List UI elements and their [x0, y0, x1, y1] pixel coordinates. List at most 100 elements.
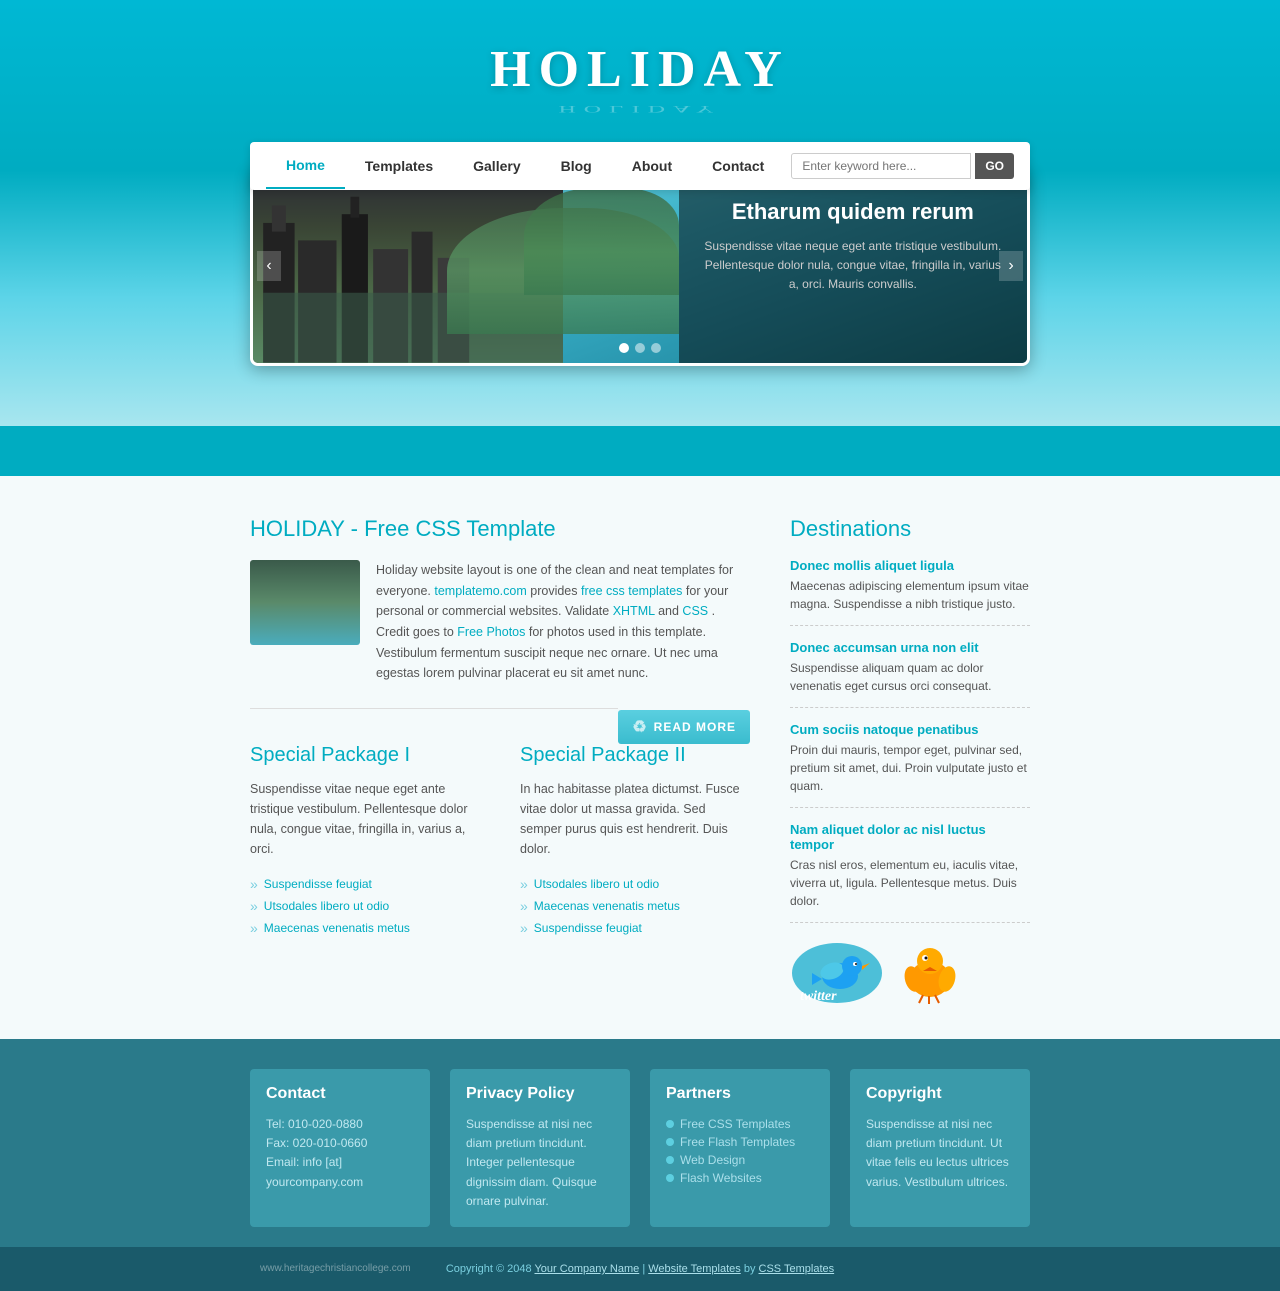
dest-desc-2: Suspendisse aliquam quam ac dolor venena… [790, 659, 1030, 695]
package-1: Special Package I Suspendisse vitae nequ… [250, 744, 480, 939]
dest-link-3[interactable]: Cum sociis natoque penatibus [790, 722, 1030, 737]
footer-contact: Contact Tel: 010-020-0880 Fax: 020-010-0… [250, 1069, 430, 1227]
article-link-photos[interactable]: Free Photos [457, 625, 525, 639]
partner-link-4[interactable]: Flash Websites [680, 1171, 762, 1185]
footer-copyright-text: Copyright © 2048 [446, 1263, 535, 1275]
partner-link-2[interactable]: Free Flash Templates [680, 1135, 795, 1149]
hero-dot-1[interactable] [619, 343, 629, 353]
hero-dot-3[interactable] [651, 343, 661, 353]
partner-item-1: Free CSS Templates [666, 1115, 814, 1133]
hero-text-box: Etharum quidem rerum Suspendisse vitae n… [679, 169, 1027, 363]
package-2-item-1: Utsodales libero ut odio [520, 873, 750, 895]
dest-desc-1: Maecenas adipiscing elementum ipsum vita… [790, 577, 1030, 613]
partner-item-4: Flash Websites [666, 1169, 814, 1187]
partner-item-2: Free Flash Templates [666, 1133, 814, 1151]
package-2-text: In hac habitasse platea dictumst. Fusce … [520, 779, 750, 859]
footer-company-link[interactable]: Your Company Name [534, 1263, 639, 1275]
article-text-4: and [658, 604, 682, 618]
read-more-label: READ MORE [654, 720, 736, 734]
nav-about[interactable]: About [612, 144, 692, 188]
nav-gallery[interactable]: Gallery [453, 144, 540, 188]
dest-link-4[interactable]: Nam aliquet dolor ac nisl luctus tempor [790, 822, 1030, 852]
read-more-icon: ♻ [632, 717, 647, 737]
search-area: GO [791, 153, 1014, 179]
dest-item-1: Donec mollis aliquet ligula Maecenas adi… [790, 558, 1030, 626]
footer-partner-list: Free CSS Templates Free Flash Templates … [666, 1115, 814, 1187]
nav-bar: Home Templates Gallery Blog About Contac… [250, 142, 1030, 190]
partner-link-3[interactable]: Web Design [680, 1153, 745, 1167]
nav-templates[interactable]: Templates [345, 144, 453, 188]
footer-privacy-title: Privacy Policy [466, 1085, 614, 1103]
content-section: HOLIDAY - Free CSS Template Holiday webs… [250, 476, 1030, 1039]
package-2-item-3: Suspendisse feugiat [520, 917, 750, 939]
twitter-icon[interactable]: twitter [790, 941, 885, 1009]
site-header: HOLIDAY HOLIDAY Home Templates Gallery B… [0, 0, 1280, 426]
footer-copyright-text: Suspendisse at nisi nec diam pretium tin… [866, 1115, 1014, 1192]
partner-link-1[interactable]: Free CSS Templates [680, 1117, 791, 1131]
teal-band [0, 426, 1280, 476]
dest-item-3: Cum sociis natoque penatibus Proin dui m… [790, 722, 1030, 808]
article-body: Holiday website layout is one of the cle… [376, 560, 750, 684]
article-area: Holiday website layout is one of the cle… [250, 560, 750, 684]
hero-dot-2[interactable] [635, 343, 645, 353]
footer-columns: Contact Tel: 010-020-0880 Fax: 020-010-0… [250, 1069, 1030, 1247]
article-link-templatemo[interactable]: templatemo.com [434, 584, 526, 598]
destinations-section: Destinations Donec mollis aliquet ligula… [790, 516, 1030, 1009]
article-link-css[interactable]: CSS [682, 604, 708, 618]
hero-next-button[interactable]: › [999, 251, 1023, 281]
dest-item-2: Donec accumsan urna non elit Suspendisse… [790, 640, 1030, 708]
destinations-title: Destinations [790, 516, 1030, 542]
read-more-button[interactable]: ♻ READ MORE [618, 710, 750, 744]
packages-row: Special Package I Suspendisse vitae nequ… [250, 744, 750, 939]
search-input[interactable] [791, 153, 971, 179]
social-icons: twitter [790, 941, 1030, 1009]
dest-link-2[interactable]: Donec accumsan urna non elit [790, 640, 1030, 655]
dest-desc-3: Proin dui mauris, tempor eget, pulvinar … [790, 741, 1030, 795]
hero-image: Etharum quidem rerum Suspendisse vitae n… [250, 166, 1030, 366]
footer-css-link[interactable]: CSS Templates [759, 1263, 835, 1275]
search-button[interactable]: GO [975, 153, 1014, 179]
dest-item-4: Nam aliquet dolor ac nisl luctus tempor … [790, 822, 1030, 923]
article-section: HOLIDAY - Free CSS Template Holiday webs… [250, 516, 750, 1009]
footer-bottom: www.heritagechristiancollege.com Copyrig… [0, 1247, 1280, 1291]
nav-links: Home Templates Gallery Blog About Contac… [266, 143, 784, 189]
footer-watermark: www.heritagechristiancollege.com [260, 1263, 411, 1274]
article-text-2: provides [530, 584, 581, 598]
footer-contact-title: Contact [266, 1085, 414, 1103]
rss-icon[interactable] [901, 941, 959, 1009]
package-1-title: Special Package I [250, 744, 480, 767]
article-link-free-css[interactable]: free css templates [581, 584, 682, 598]
package-1-text: Suspendisse vitae neque eget ante tristi… [250, 779, 480, 859]
main-content: HOLIDAY - Free CSS Template Holiday webs… [0, 476, 1280, 1039]
dest-desc-4: Cras nisl eros, elementum eu, iaculis vi… [790, 856, 1030, 910]
package-1-list: Suspendisse feugiat Utsodales libero ut … [250, 873, 480, 939]
article-link-xhtml[interactable]: XHTML [613, 604, 655, 618]
footer-privacy: Privacy Policy Suspendisse at nisi nec d… [450, 1069, 630, 1227]
nav-blog[interactable]: Blog [541, 144, 612, 188]
package-1-item-2: Utsodales libero ut odio [250, 895, 480, 917]
package-1-item-1: Suspendisse feugiat [250, 873, 480, 895]
footer: Contact Tel: 010-020-0880 Fax: 020-010-0… [0, 1039, 1280, 1291]
hero-dots [619, 343, 661, 353]
footer-contact-tel: Tel: 010-020-0880 [266, 1115, 414, 1134]
footer-partners: Partners Free CSS Templates Free Flash T… [650, 1069, 830, 1227]
hero-section: Etharum quidem rerum Suspendisse vitae n… [250, 166, 1030, 366]
package-2-item-2: Maecenas venenatis metus [520, 895, 750, 917]
nav-home[interactable]: Home [266, 143, 345, 189]
footer-copyright-col: Copyright Suspendisse at nisi nec diam p… [850, 1069, 1030, 1227]
package-2-list: Utsodales libero ut odio Maecenas venena… [520, 873, 750, 939]
package-1-item-3: Maecenas venenatis metus [250, 917, 480, 939]
hero-prev-button[interactable]: ‹ [257, 251, 281, 281]
footer-contact-email: Email: info [at] yourcompany.com [266, 1153, 414, 1191]
package-2-title: Special Package II [520, 744, 750, 767]
footer-templates-link[interactable]: Website Templates [648, 1263, 741, 1275]
site-title-reflection: HOLIDAY [0, 103, 1280, 114]
footer-privacy-text: Suspendisse at nisi nec diam pretium tin… [466, 1115, 614, 1211]
article-title: HOLIDAY - Free CSS Template [250, 516, 750, 542]
footer-by: by [744, 1263, 759, 1275]
dest-link-1[interactable]: Donec mollis aliquet ligula [790, 558, 1030, 573]
nav-contact[interactable]: Contact [692, 144, 784, 188]
partner-item-3: Web Design [666, 1151, 814, 1169]
divider [250, 708, 618, 709]
hero-description: Suspendisse vitae neque eget ante tristi… [699, 237, 1007, 295]
